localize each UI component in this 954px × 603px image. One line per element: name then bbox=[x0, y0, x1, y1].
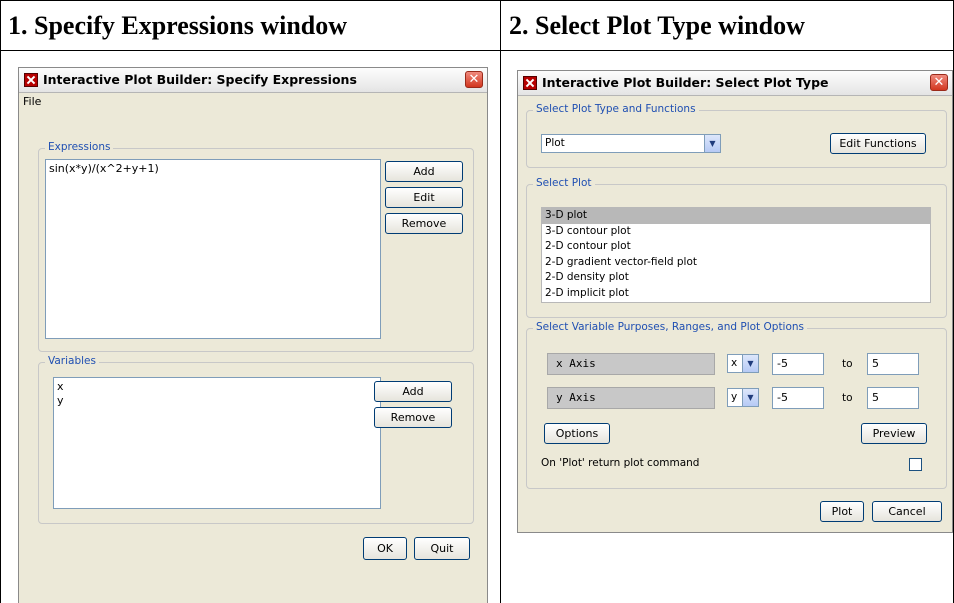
select-plot-type-window: Interactive Plot Builder: Select Plot Ty… bbox=[517, 70, 953, 533]
return-plot-command-checkbox[interactable] bbox=[909, 458, 922, 471]
x-range-from-input[interactable]: -5 bbox=[772, 353, 824, 375]
x-axis-label-field: x Axis bbox=[547, 353, 715, 375]
menu-bar: File bbox=[19, 92, 487, 112]
expressions-group-label: Expressions bbox=[45, 141, 114, 153]
variables-group-label: Variables bbox=[45, 355, 99, 367]
expression-item[interactable]: sin(x*y)/(x^2+y+1) bbox=[49, 162, 377, 176]
return-plot-command-label: On 'Plot' return plot command bbox=[541, 457, 700, 469]
app-icon bbox=[24, 73, 38, 87]
plot-list[interactable]: 3-D plot 3-D contour plot 2-D contour pl… bbox=[541, 207, 931, 303]
column-header-specify: 1. Specify Expressions window bbox=[0, 0, 500, 51]
y-range-to-label: to bbox=[842, 392, 853, 404]
plot-list-item[interactable]: 2-D implicit plot bbox=[542, 286, 930, 302]
title-bar[interactable]: Interactive Plot Builder: Specify Expres… bbox=[19, 68, 487, 93]
expression-remove-button[interactable]: Remove bbox=[385, 213, 463, 234]
window-title: Interactive Plot Builder: Select Plot Ty… bbox=[542, 75, 829, 90]
expression-add-button[interactable]: Add bbox=[385, 161, 463, 182]
y-variable-dropdown[interactable]: y ▼ bbox=[727, 388, 759, 407]
variable-options-group-label: Select Variable Purposes, Ranges, and Pl… bbox=[533, 321, 808, 333]
expressions-list[interactable]: sin(x*y)/(x^2+y+1) bbox=[45, 159, 381, 339]
x-variable-value: x bbox=[731, 357, 738, 369]
plot-list-item[interactable]: 2-D contour plot bbox=[542, 239, 930, 255]
column-header-plot-type: 2. Select Plot Type window bbox=[501, 0, 953, 51]
title-bar[interactable]: Interactive Plot Builder: Select Plot Ty… bbox=[518, 71, 952, 96]
y-variable-value: y bbox=[731, 391, 738, 403]
x-range-to-label: to bbox=[842, 358, 853, 370]
table-center-divider bbox=[500, 0, 501, 603]
variable-remove-button[interactable]: Remove bbox=[374, 407, 452, 428]
plot-button[interactable]: Plot bbox=[820, 501, 864, 522]
plot-type-dropdown[interactable]: Plot ▼ bbox=[541, 134, 721, 153]
close-icon[interactable]: ✕ bbox=[930, 74, 948, 91]
plot-list-item[interactable]: 2-D gradient vector-field plot bbox=[542, 255, 930, 271]
options-button[interactable]: Options bbox=[544, 423, 610, 444]
plot-list-item[interactable]: 3-D plot bbox=[542, 208, 930, 224]
y-axis-label-field: y Axis bbox=[547, 387, 715, 409]
select-plot-group-label: Select Plot bbox=[533, 177, 595, 189]
table-left-border bbox=[0, 0, 1, 603]
window-title: Interactive Plot Builder: Specify Expres… bbox=[43, 72, 357, 87]
chevron-down-icon[interactable]: ▼ bbox=[742, 355, 758, 372]
variables-list[interactable]: x y bbox=[53, 377, 381, 509]
quit-button[interactable]: Quit bbox=[414, 537, 470, 560]
specify-expressions-window: Interactive Plot Builder: Specify Expres… bbox=[18, 67, 488, 603]
plot-type-group: Select Plot Type and Functions Plot ▼ Ed… bbox=[526, 103, 947, 168]
y-range-from-input[interactable]: -5 bbox=[772, 387, 824, 409]
ok-button[interactable]: OK bbox=[363, 537, 407, 560]
plot-type-group-label: Select Plot Type and Functions bbox=[533, 103, 699, 115]
app-icon bbox=[523, 76, 537, 90]
chevron-down-icon[interactable]: ▼ bbox=[742, 389, 758, 406]
expression-edit-button[interactable]: Edit bbox=[385, 187, 463, 208]
y-range-to-input[interactable]: 5 bbox=[867, 387, 919, 409]
variable-item[interactable]: x bbox=[57, 380, 377, 394]
variable-add-button[interactable]: Add bbox=[374, 381, 452, 402]
x-range-to-input[interactable]: 5 bbox=[867, 353, 919, 375]
variable-options-group: Select Variable Purposes, Ranges, and Pl… bbox=[526, 321, 947, 489]
preview-button[interactable]: Preview bbox=[861, 423, 927, 444]
select-plot-group: Select Plot 3-D plot 3-D contour plot 2-… bbox=[526, 177, 947, 318]
plot-list-item[interactable]: 2-D density plot bbox=[542, 270, 930, 286]
plot-list-item[interactable]: 3-D contour plot bbox=[542, 224, 930, 240]
close-icon[interactable]: ✕ bbox=[465, 71, 483, 88]
edit-functions-button[interactable]: Edit Functions bbox=[830, 133, 926, 154]
plot-type-dropdown-value: Plot bbox=[545, 137, 565, 149]
chevron-down-icon[interactable]: ▼ bbox=[704, 135, 720, 152]
menu-file[interactable]: File bbox=[23, 95, 41, 108]
variable-item[interactable]: y bbox=[57, 394, 377, 408]
variables-group: Variables x y Add Remove bbox=[38, 355, 474, 524]
x-variable-dropdown[interactable]: x ▼ bbox=[727, 354, 759, 373]
expressions-group: Expressions sin(x*y)/(x^2+y+1) Add Edit … bbox=[38, 141, 474, 352]
cancel-button[interactable]: Cancel bbox=[872, 501, 942, 522]
